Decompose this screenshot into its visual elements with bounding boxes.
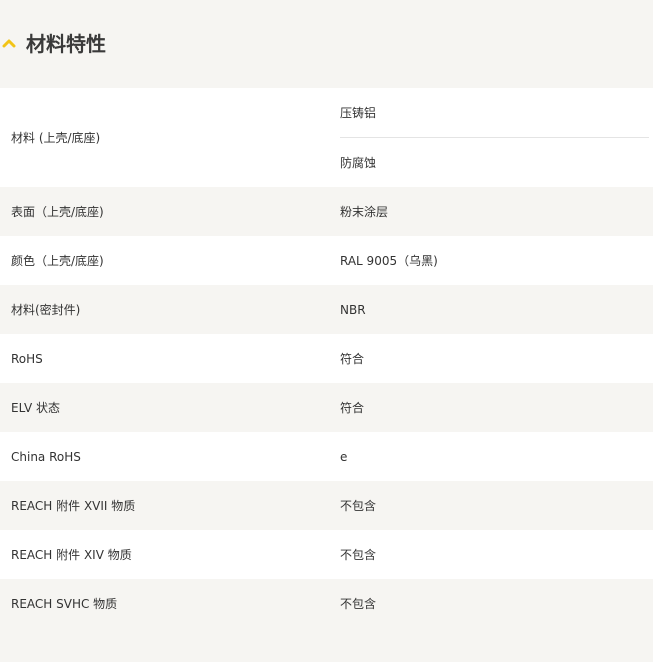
table-row: REACH 附件 XVII 物质 不包含 bbox=[0, 481, 653, 530]
row-value: NBR bbox=[340, 302, 366, 317]
row-value: 不包含 bbox=[340, 499, 377, 513]
table-row: REACH SVHC 物质 不包含 bbox=[0, 579, 653, 628]
row-value: 符合 bbox=[340, 352, 365, 366]
table-row: China RoHS e bbox=[0, 432, 653, 481]
row-label: REACH SVHC 物质 bbox=[11, 597, 118, 611]
row-values: 压铸铝 防腐蚀 bbox=[340, 88, 649, 187]
section-header[interactable]: 材料特性 bbox=[0, 0, 653, 88]
table-row: 材料(密封件) NBR bbox=[0, 285, 653, 334]
row-value: 不包含 bbox=[340, 597, 377, 611]
table-row: ELV 状态 符合 bbox=[0, 383, 653, 432]
row-label: 材料(密封件) bbox=[11, 303, 81, 317]
table-row: 颜色（上壳/底座) RAL 9005（乌黑) bbox=[0, 236, 653, 285]
table-row: 表面（上壳/底座) 粉末涂层 bbox=[0, 187, 653, 236]
table-row: RoHS 符合 bbox=[0, 334, 653, 383]
row-label: 材料 (上壳/底座) bbox=[11, 131, 101, 145]
row-value: 不包含 bbox=[340, 548, 377, 562]
row-value: 粉末涂层 bbox=[340, 205, 389, 219]
row-label: China RoHS bbox=[11, 449, 81, 464]
row-value: 压铸铝 bbox=[340, 106, 377, 120]
table-row: REACH 附件 XIV 物质 不包含 bbox=[0, 530, 653, 579]
row-value: e bbox=[340, 449, 348, 464]
table-row: 材料 (上壳/底座) 压铸铝 防腐蚀 bbox=[0, 88, 653, 187]
row-label: 颜色（上壳/底座) bbox=[11, 254, 104, 268]
row-label: ELV 状态 bbox=[11, 401, 60, 415]
row-value: 防腐蚀 bbox=[340, 156, 377, 170]
chevron-up-icon[interactable] bbox=[2, 36, 16, 50]
row-value: RAL 9005（乌黑) bbox=[340, 254, 438, 268]
row-label: RoHS bbox=[11, 351, 43, 366]
row-label: 表面（上壳/底座) bbox=[11, 205, 104, 219]
properties-table: 材料 (上壳/底座) 压铸铝 防腐蚀 表面（上壳/底座) 粉末涂层 颜色（上壳/… bbox=[0, 88, 653, 628]
section-title: 材料特性 bbox=[26, 32, 106, 56]
row-label: REACH 附件 XVII 物质 bbox=[11, 499, 136, 513]
row-value: 符合 bbox=[340, 401, 365, 415]
row-label: REACH 附件 XIV 物质 bbox=[11, 548, 132, 562]
